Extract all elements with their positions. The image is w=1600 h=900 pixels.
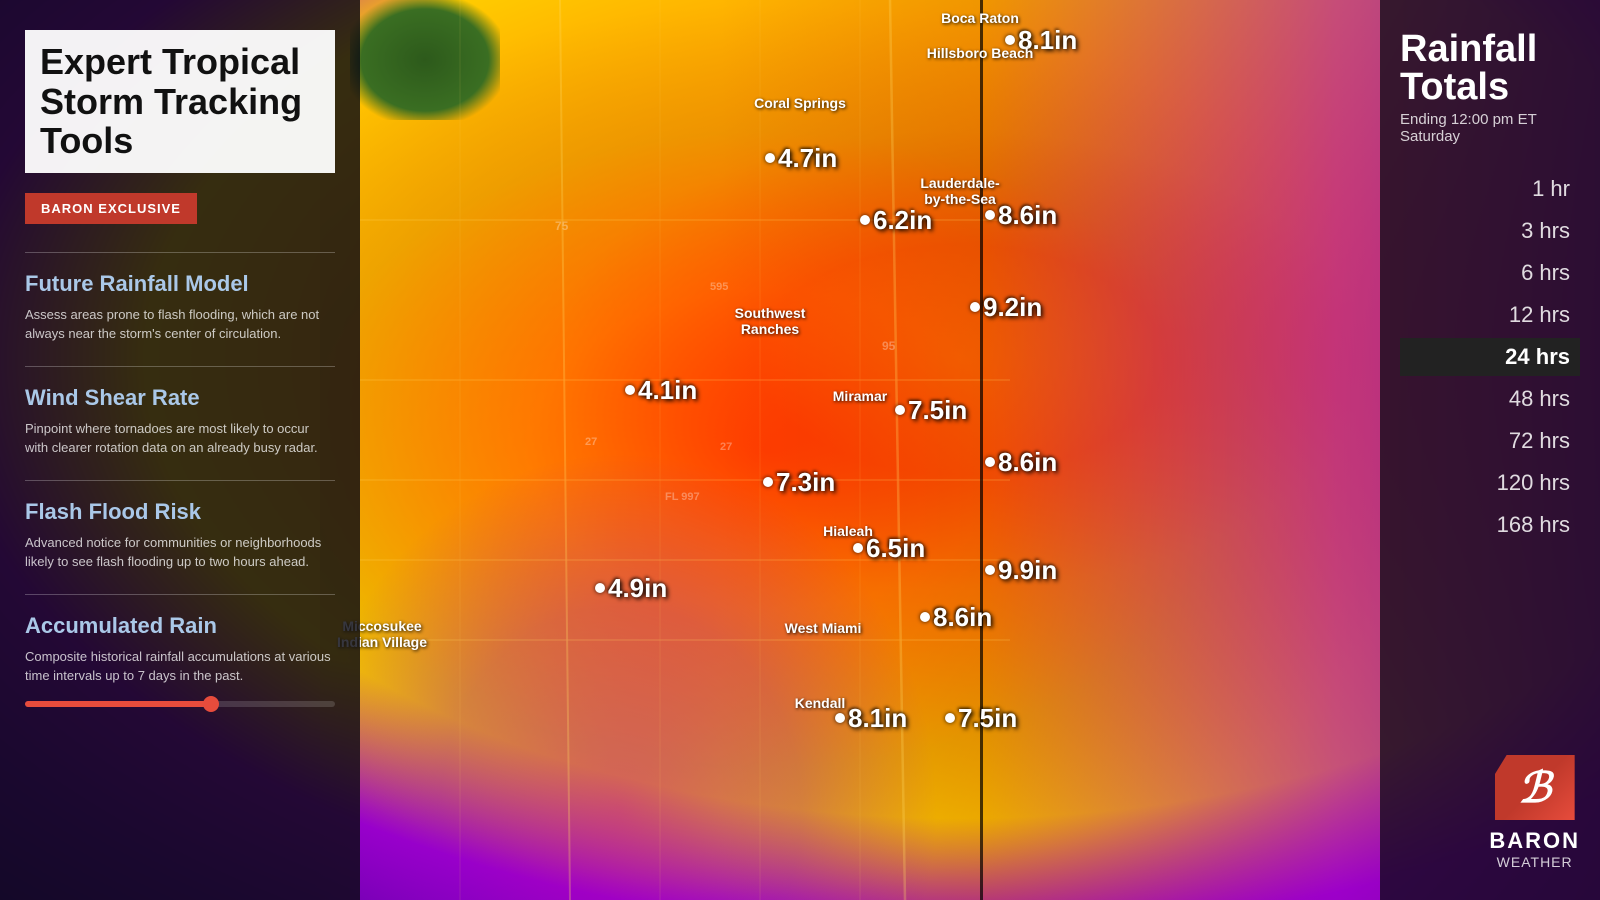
feature-desc-0: Assess areas prone to flash flooding, wh… (25, 305, 335, 344)
svg-text:595: 595 (710, 281, 728, 293)
svg-text:95: 95 (882, 339, 896, 353)
right-rainfall-panel: Rainfall Totals Ending 12:00 pm ET Satur… (1380, 0, 1600, 900)
progress-bar-track (25, 701, 335, 707)
city-label-kendall: Kendall (795, 695, 846, 711)
rain-measurement-r8: 7.3in (776, 467, 835, 498)
baron-logo-name: BARON (1489, 828, 1580, 854)
city-label-miramar: Miramar (833, 388, 887, 404)
city-label-west-miami: West Miami (785, 620, 862, 636)
rain-dot-r10 (853, 543, 863, 553)
left-info-panel: Expert Tropical Storm Tracking Tools BAR… (0, 0, 360, 900)
feature-title-1: Wind Shear Rate (25, 385, 335, 411)
map-roads-overlay: FL 997 595 75 95 27 27 (360, 0, 1380, 900)
rain-measurement-r5: 9.2in (983, 292, 1042, 323)
rain-measurement-r11: 9.9in (998, 555, 1057, 586)
rain-measurement-r4: 8.6in (998, 200, 1057, 231)
rain-dot-r6 (625, 385, 635, 395)
rain-dot-r1 (1005, 35, 1015, 45)
rainfall-subtitle: Ending 12:00 pm ET Saturday (1400, 111, 1580, 145)
rain-measurement-r6: 4.1in (638, 375, 697, 406)
rain-dot-r14 (835, 713, 845, 723)
progress-bar-fill (25, 701, 211, 707)
time-options-list: 1 hr 3 hrs 6 hrs 12 hrs 24 hrs 48 hrs 72 hrs 12… (1400, 170, 1580, 544)
time-option-168-hrs[interactable]: 168 hrs (1400, 506, 1580, 544)
rain-dot-r7 (895, 405, 905, 415)
time-option-1-hr[interactable]: 1 hr (1400, 170, 1580, 208)
rain-dot-r9 (985, 457, 995, 467)
rain-measurement-r9: 8.6in (998, 447, 1057, 478)
rain-dot-r15 (945, 713, 955, 723)
progress-indicator-dot (203, 696, 219, 712)
time-option-6-hrs[interactable]: 6 hrs (1400, 254, 1580, 292)
feature-desc-1: Pinpoint where tornadoes are most likely… (25, 419, 335, 458)
feature-title-2: Flash Flood Risk (25, 499, 335, 525)
city-label-coral-springs: Coral Springs (754, 95, 846, 111)
rain-dot-r5 (970, 302, 980, 312)
rain-measurement-r12: 4.9in (608, 573, 667, 604)
rain-dot-r11 (985, 565, 995, 575)
city-label-southwest-ranches: SouthwestRanches (735, 305, 806, 337)
main-title: Expert Tropical Storm Tracking Tools (25, 30, 335, 173)
svg-text:75: 75 (555, 219, 569, 233)
time-option-24-hrs[interactable]: 24 hrs (1400, 338, 1580, 376)
baron-logo-subtitle: WEATHER (1489, 854, 1580, 870)
coast-boundary (980, 0, 983, 900)
feature-title-0: Future Rainfall Model (25, 271, 335, 297)
city-label-hialeah: Hialeah (823, 523, 873, 539)
rain-measurement-r7: 7.5in (908, 395, 967, 426)
baron-logo-icon: ℬ (1495, 755, 1575, 820)
rain-dot-r8 (763, 477, 773, 487)
rain-dot-r4 (985, 210, 995, 220)
rain-measurement-r10: 6.5in (866, 533, 925, 564)
rain-measurement-r14: 8.1in (848, 703, 907, 734)
rainfall-title: Rainfall Totals (1400, 30, 1580, 106)
svg-text:27: 27 (720, 441, 732, 453)
time-option-120-hrs[interactable]: 120 hrs (1400, 464, 1580, 502)
rain-dot-r2 (765, 153, 775, 163)
baron-logo: ℬ BARON WEATHER (1489, 755, 1580, 870)
svg-text:27: 27 (585, 436, 597, 448)
time-option-48-hrs[interactable]: 48 hrs (1400, 380, 1580, 418)
rain-dot-r13 (920, 612, 930, 622)
svg-text:FL 997: FL 997 (665, 491, 700, 503)
baron-exclusive-badge: BARON EXCLUSIVE (25, 193, 197, 224)
feature-future-rainfall: Future Rainfall Model Assess areas prone… (25, 252, 335, 344)
city-label-lauderdale-sea: Lauderdale-by-the-Sea (920, 175, 999, 207)
city-label-boca-raton: Boca Raton (941, 10, 1019, 26)
feature-desc-3: Composite historical rainfall accumulati… (25, 647, 335, 686)
feature-desc-2: Advanced notice for communities or neigh… (25, 533, 335, 572)
rain-measurement-r2: 4.7in (778, 143, 837, 174)
rain-measurement-r3: 6.2in (873, 205, 932, 236)
rain-measurement-r15: 7.5in (958, 703, 1017, 734)
feature-wind-shear: Wind Shear Rate Pinpoint where tornadoes… (25, 366, 335, 458)
feature-flash-flood: Flash Flood Risk Advanced notice for com… (25, 480, 335, 572)
rain-dot-r3 (860, 215, 870, 225)
rain-measurement-r13: 8.6in (933, 602, 992, 633)
rain-dot-r12 (595, 583, 605, 593)
feature-title-3: Accumulated Rain (25, 613, 335, 639)
time-option-3-hrs[interactable]: 3 hrs (1400, 212, 1580, 250)
city-label-hillsboro: Hillsboro Beach (927, 45, 1034, 61)
time-option-12-hrs[interactable]: 12 hrs (1400, 296, 1580, 334)
baron-b-letter: ℬ (1518, 763, 1551, 812)
time-option-72-hrs[interactable]: 72 hrs (1400, 422, 1580, 460)
feature-accumulated-rain: Accumulated Rain Composite historical ra… (25, 594, 335, 707)
